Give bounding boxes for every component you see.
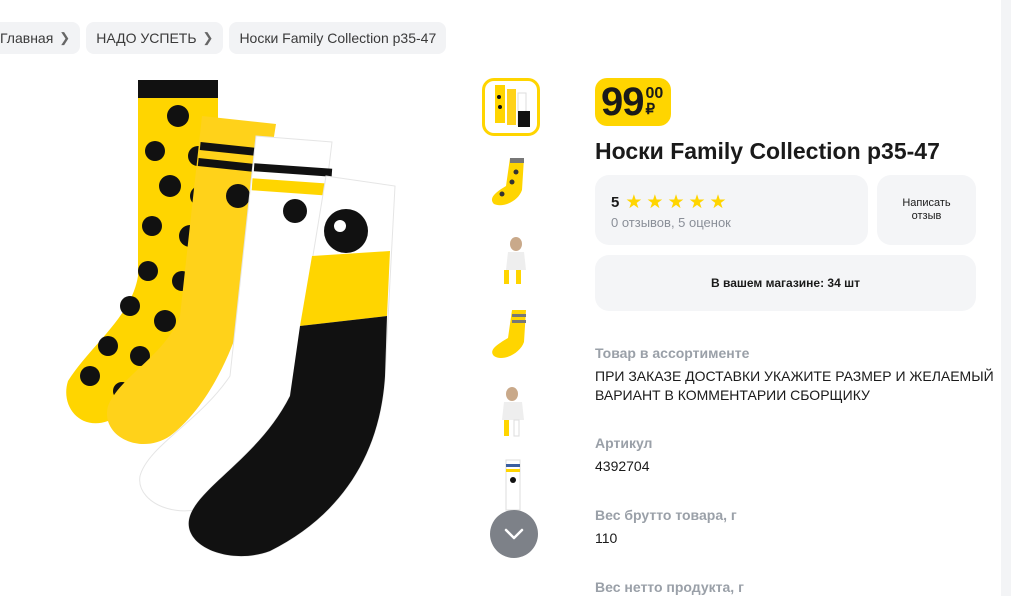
breadcrumb: Главная ❯ НАДО УСПЕТЬ ❯ Носки Family Col… bbox=[0, 22, 447, 54]
breadcrumb-label: Главная bbox=[0, 30, 54, 46]
thumbnail-4[interactable] bbox=[482, 306, 540, 364]
star-icon: ★ bbox=[688, 192, 706, 213]
thumbnail-list bbox=[482, 78, 546, 534]
price-tag: 99 00 ₽ bbox=[595, 78, 672, 126]
thumbnail-2[interactable] bbox=[482, 154, 540, 212]
store-stock-text: В вашем магазине: 34 шт bbox=[711, 276, 860, 290]
chevron-right-icon: ❯ bbox=[202, 30, 214, 45]
breadcrumb-label: НАДО УСПЕТЬ bbox=[96, 30, 197, 46]
page-title: Носки Family Collection р35-47 bbox=[595, 138, 940, 164]
chevron-down-icon bbox=[504, 528, 524, 540]
price-fraction: 00 bbox=[645, 85, 664, 102]
write-review-label: Написать отзыв bbox=[902, 197, 951, 222]
thumbnail-5[interactable] bbox=[482, 382, 540, 440]
spec-label: Вес нетто продукта, г bbox=[595, 579, 744, 595]
star-icon: ★ bbox=[709, 192, 727, 213]
breadcrumb-current[interactable]: Носки Family Collection р35-47 bbox=[229, 22, 447, 54]
rating-card[interactable]: 5 ★ ★ ★ ★ ★ 0 отзывов, 5 оценок bbox=[595, 175, 868, 245]
thumbnails-scroll-down-button[interactable] bbox=[490, 510, 538, 558]
star-icon: ★ bbox=[646, 192, 664, 213]
thumbnail-6[interactable] bbox=[482, 458, 540, 516]
write-review-button[interactable]: Написать отзыв bbox=[877, 175, 976, 245]
breadcrumb-label: Носки Family Collection р35-47 bbox=[239, 30, 437, 46]
page-scroll-track bbox=[1001, 0, 1011, 596]
thumbnail-1[interactable] bbox=[482, 78, 540, 136]
star-icon: ★ bbox=[667, 192, 685, 213]
star-icon: ★ bbox=[625, 192, 643, 213]
price-integer: 99 bbox=[601, 80, 644, 124]
spec-value: 4392704 bbox=[595, 458, 650, 474]
spec-article: Артикул 4392704 bbox=[595, 435, 652, 476]
rating-value: 5 bbox=[611, 194, 620, 211]
spec-label: Артикул bbox=[595, 435, 653, 451]
price-currency: ₽ bbox=[645, 101, 656, 118]
spec-assortment: Товар в ассортименте ПРИ ЗАКАЗЕ ДОСТАВКИ… bbox=[595, 345, 995, 405]
chevron-right-icon: ❯ bbox=[59, 30, 71, 45]
spec-label: Вес брутто товара, г bbox=[595, 507, 737, 523]
spec-net-weight: Вес нетто продукта, г bbox=[595, 579, 744, 595]
breadcrumb-category[interactable]: НАДО УСПЕТЬ ❯ bbox=[86, 22, 224, 54]
breadcrumb-home[interactable]: Главная ❯ bbox=[0, 22, 81, 54]
spec-gross-weight: Вес брутто товара, г 110 bbox=[595, 507, 737, 548]
spec-value: ПРИ ЗАКАЗЕ ДОСТАВКИ УКАЖИТЕ РАЗМЕР И ЖЕЛ… bbox=[595, 368, 994, 403]
thumbnail-3[interactable] bbox=[482, 230, 540, 288]
store-stock: В вашем магазине: 34 шт bbox=[595, 255, 976, 311]
spec-label: Товар в ассортименте bbox=[595, 345, 750, 361]
spec-value: 110 bbox=[595, 530, 618, 546]
product-main-image[interactable] bbox=[50, 76, 400, 566]
rating-summary: 0 отзывов, 5 оценок bbox=[611, 215, 731, 230]
